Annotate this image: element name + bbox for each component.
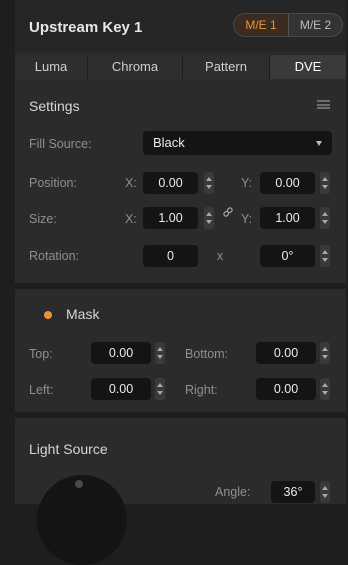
position-x-label: X: (125, 176, 137, 190)
rotation-field[interactable]: 0 (143, 245, 198, 267)
rotation-degrees-field[interactable]: 0° (260, 245, 315, 267)
me1-button[interactable]: M/E 1 (234, 14, 289, 36)
mask-bottom-stepper[interactable] (320, 342, 330, 364)
mask-left-label: Left: (29, 383, 54, 397)
size-x-stepper[interactable] (204, 207, 214, 229)
mask-left-stepper[interactable] (155, 378, 165, 400)
tab-pattern[interactable]: Pattern (183, 55, 270, 79)
position-label: Position: (29, 176, 77, 190)
chevron-down-icon (316, 141, 322, 146)
mask-right-stepper[interactable] (320, 378, 330, 400)
angle-stepper[interactable] (320, 481, 330, 503)
mask-right-label: Right: (185, 383, 218, 397)
size-label: Size: (29, 212, 57, 226)
size-y-stepper[interactable] (320, 207, 330, 229)
position-y-stepper[interactable] (320, 172, 330, 194)
rotation-x-label: x (217, 249, 224, 263)
position-x-field[interactable]: 0.00 (143, 172, 198, 194)
settings-title: Settings (29, 98, 80, 114)
mask-toggle-icon[interactable] (44, 311, 52, 319)
menu-icon[interactable] (317, 100, 330, 109)
panel-header: Upstream Key 1 M/E 1 M/E 2 (15, 0, 346, 52)
tab-chroma[interactable]: Chroma (88, 55, 183, 79)
angle-label: Angle: (215, 485, 251, 499)
section-divider (15, 283, 346, 289)
position-y-field[interactable]: 0.00 (260, 172, 315, 194)
rotation-label: Rotation: (29, 249, 80, 263)
rotation-stepper[interactable] (320, 245, 330, 267)
sun-icon (75, 480, 83, 488)
upstream-key-panel: Upstream Key 1 M/E 1 M/E 2 Luma Chroma P… (15, 0, 346, 565)
size-x-label: X: (125, 212, 137, 226)
mask-top-field[interactable]: 0.00 (91, 342, 151, 364)
mask-top-stepper[interactable] (155, 342, 165, 364)
fill-source-label: Fill Source: (29, 137, 92, 151)
me-selector: M/E 1 M/E 2 (233, 13, 343, 37)
mask-bottom-label: Bottom: (185, 347, 229, 361)
link-icon[interactable] (222, 206, 234, 218)
mask-title: Mask (66, 306, 100, 322)
mask-right-field[interactable]: 0.00 (256, 378, 316, 400)
fill-source-dropdown[interactable]: Black (143, 131, 332, 155)
mask-top-label: Top: (29, 347, 53, 361)
light-source-title: Light Source (29, 441, 108, 457)
panel-title: Upstream Key 1 (29, 19, 143, 36)
size-y-label: Y: (241, 212, 253, 226)
section-divider (15, 412, 346, 418)
position-y-label: Y: (241, 176, 253, 190)
tab-luma[interactable]: Luma (15, 55, 88, 79)
size-y-field[interactable]: 1.00 (260, 207, 315, 229)
tab-dve[interactable]: DVE (270, 55, 346, 79)
me2-button[interactable]: M/E 2 (289, 14, 342, 36)
size-x-field[interactable]: 1.00 (143, 207, 198, 229)
key-type-tabs: Luma Chroma Pattern DVE (15, 55, 346, 79)
position-x-stepper[interactable] (204, 172, 214, 194)
fill-source-value: Black (153, 135, 185, 150)
light-direction-dial[interactable] (37, 475, 127, 565)
mask-bottom-field[interactable]: 0.00 (256, 342, 316, 364)
angle-field[interactable]: 36° (271, 481, 315, 503)
mask-left-field[interactable]: 0.00 (91, 378, 151, 400)
